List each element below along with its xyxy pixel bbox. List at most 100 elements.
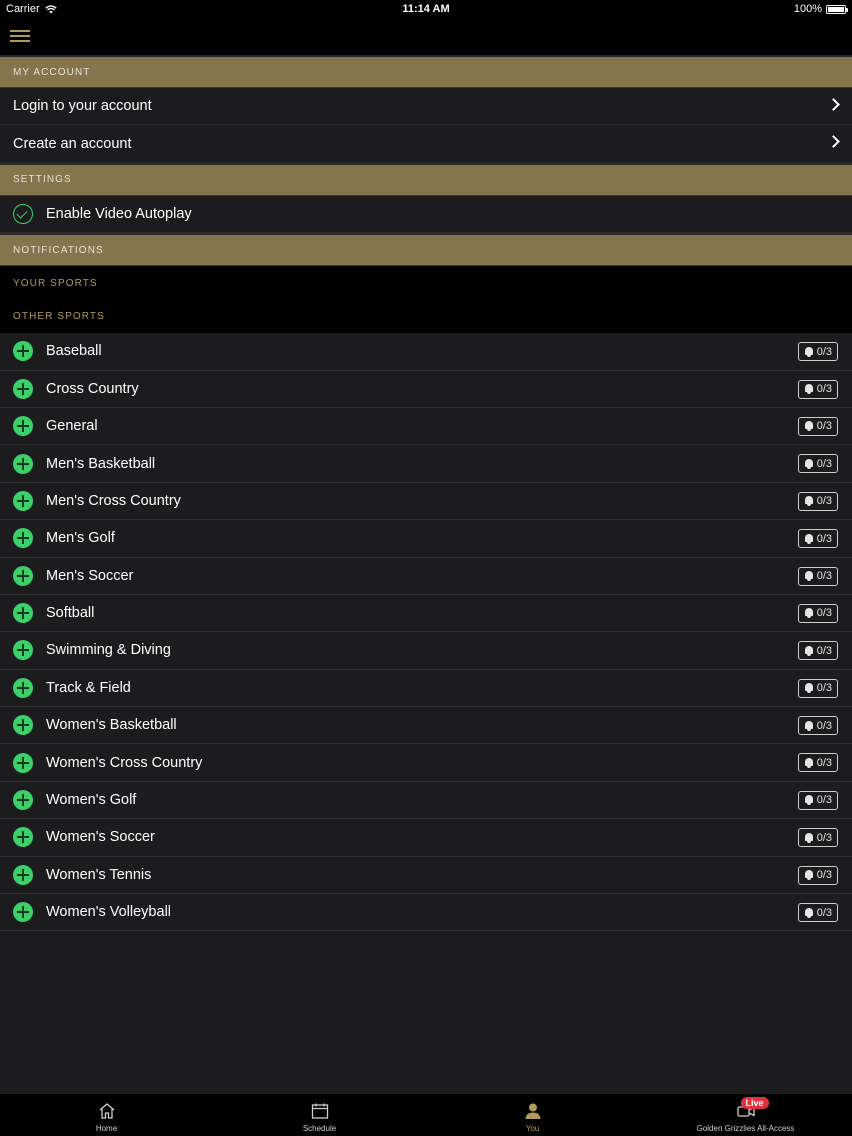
alert-count: 0/3 <box>816 682 832 695</box>
notification-count-badge[interactable]: 0/3 <box>797 753 838 773</box>
sport-name: Women's Golf <box>46 792 137 809</box>
alert-count: 0/3 <box>816 719 832 732</box>
notification-count-badge[interactable]: 0/3 <box>797 342 838 362</box>
add-circle-icon[interactable] <box>13 416 33 437</box>
checkmark-circle-icon[interactable] <box>13 203 33 224</box>
add-circle-icon[interactable] <box>13 341 33 362</box>
alert-count: 0/3 <box>816 869 832 882</box>
list-item[interactable]: Men's Golf 0/3 <box>0 520 852 558</box>
notification-count-badge[interactable]: 0/3 <box>797 790 838 810</box>
alert-count: 0/3 <box>816 906 832 919</box>
alert-count: 0/3 <box>816 420 832 433</box>
bell-icon <box>804 757 814 768</box>
list-item[interactable]: Women's Tennis 0/3 <box>0 856 852 895</box>
add-circle-icon[interactable] <box>13 528 33 549</box>
live-badge: Live <box>740 1097 769 1109</box>
settings-list: MY ACCOUNT Login to your account Create … <box>0 55 852 932</box>
sport-name: Women's Soccer <box>46 829 155 846</box>
battery-icon <box>826 4 848 14</box>
alert-count: 0/3 <box>816 345 832 358</box>
alert-count: 0/3 <box>816 532 832 545</box>
list-item[interactable]: General 0/3 <box>0 407 852 446</box>
tab-schedule-label: Schedule <box>302 1124 337 1133</box>
alert-count: 0/3 <box>816 756 832 769</box>
notification-count-badge[interactable]: 0/3 <box>797 903 838 923</box>
bell-icon <box>804 645 814 656</box>
add-circle-icon[interactable] <box>13 490 33 511</box>
add-circle-icon[interactable] <box>13 864 33 885</box>
add-circle-icon[interactable] <box>13 715 33 736</box>
other-sports-header: OTHER SPORTS <box>0 300 852 334</box>
notification-count-badge[interactable]: 0/3 <box>797 641 838 661</box>
add-circle-icon[interactable] <box>13 453 33 474</box>
notification-count-badge[interactable]: 0/3 <box>797 716 838 736</box>
video-autoplay-label: Enable Video Autoplay <box>46 205 192 222</box>
bell-icon <box>804 421 814 432</box>
alert-count: 0/3 <box>816 607 832 620</box>
alert-count: 0/3 <box>816 831 832 844</box>
hamburger-icon[interactable] <box>10 27 32 45</box>
section-header-settings: SETTINGS <box>0 162 852 196</box>
list-item[interactable]: Men's Soccer 0/3 <box>0 557 852 595</box>
home-icon <box>99 1103 114 1119</box>
notification-count-badge[interactable]: 0/3 <box>797 603 838 623</box>
sport-name: Women's Volleyball <box>46 904 172 921</box>
bell-icon <box>804 608 814 619</box>
add-circle-icon[interactable] <box>13 902 33 923</box>
notification-count-badge[interactable]: 0/3 <box>797 566 838 586</box>
notification-count-badge[interactable]: 0/3 <box>797 529 838 549</box>
list-item[interactable]: Women's Golf 0/3 <box>0 781 852 820</box>
add-circle-icon[interactable] <box>13 603 33 624</box>
notification-count-badge[interactable]: 0/3 <box>797 828 838 848</box>
list-item[interactable]: Women's Volleyball 0/3 <box>0 894 852 932</box>
list-item[interactable]: Softball 0/3 <box>0 594 852 633</box>
notification-count-badge[interactable]: 0/3 <box>797 865 838 885</box>
sport-name: Women's Tennis <box>46 866 152 883</box>
add-circle-icon[interactable] <box>13 827 33 848</box>
bell-icon <box>804 795 814 806</box>
notification-count-badge[interactable]: 0/3 <box>797 379 838 399</box>
tab-schedule[interactable]: Schedule <box>213 1094 426 1136</box>
list-item[interactable]: Women's Basketball 0/3 <box>0 707 852 745</box>
list-item[interactable]: Men's Cross Country 0/3 <box>0 482 852 521</box>
list-item[interactable]: Men's Basketball 0/3 <box>0 445 852 483</box>
add-circle-icon[interactable] <box>13 752 33 773</box>
alert-count: 0/3 <box>816 644 832 657</box>
sport-name: Men's Basketball <box>46 455 156 472</box>
sport-name: Track & Field <box>46 679 131 696</box>
notification-count-badge[interactable]: 0/3 <box>797 454 838 474</box>
tab-all-access-label: Golden Grizzlies All-Access <box>696 1124 795 1133</box>
tab-you[interactable]: You <box>426 1094 639 1136</box>
add-circle-icon[interactable] <box>13 677 33 698</box>
sport-name: Men's Cross Country <box>46 492 181 509</box>
sport-name: Men's Soccer <box>46 567 134 584</box>
add-circle-icon[interactable] <box>13 640 33 661</box>
notification-count-badge[interactable]: 0/3 <box>797 678 838 698</box>
list-item[interactable]: Baseball 0/3 <box>0 333 852 371</box>
bell-icon <box>804 384 814 395</box>
list-item[interactable]: Women's Soccer 0/3 <box>0 819 852 857</box>
video-autoplay-toggle[interactable]: Enable Video Autoplay <box>0 195 852 234</box>
status-time: 11:14 AM <box>402 3 450 15</box>
add-circle-icon[interactable] <box>13 565 33 586</box>
notification-count-badge[interactable]: 0/3 <box>797 416 838 436</box>
create-account-row[interactable]: Create an account <box>0 125 852 163</box>
notification-count-badge[interactable]: 0/3 <box>797 491 838 511</box>
section-header-notifications: NOTIFICATIONS <box>0 233 852 267</box>
add-circle-icon[interactable] <box>13 790 33 811</box>
add-circle-icon[interactable] <box>13 378 33 399</box>
list-item[interactable]: Swimming & Diving 0/3 <box>0 632 852 670</box>
list-item[interactable]: Track & Field 0/3 <box>0 669 852 708</box>
navigation-bar <box>0 18 852 55</box>
login-row[interactable]: Login to your account <box>0 88 852 126</box>
bell-icon <box>804 571 814 582</box>
status-right: 100% <box>794 3 848 15</box>
tab-home[interactable]: Home <box>0 1094 213 1136</box>
section-header-my-account: MY ACCOUNT <box>0 55 852 88</box>
sport-name: General <box>46 418 98 435</box>
list-item[interactable]: Women's Cross Country 0/3 <box>0 744 852 782</box>
chevron-right-icon <box>827 98 840 111</box>
your-sports-header: YOUR SPORTS <box>0 266 852 301</box>
tab-all-access[interactable]: Live Golden Grizzlies All-Access <box>639 1094 852 1136</box>
list-item[interactable]: Cross Country 0/3 <box>0 370 852 408</box>
